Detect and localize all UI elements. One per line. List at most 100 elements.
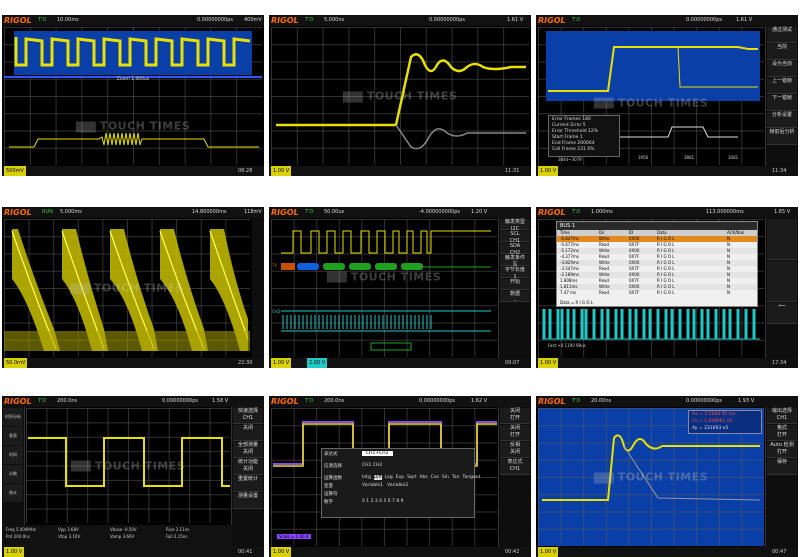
timebase[interactable]: 20.00ns	[591, 396, 611, 407]
menu-item-quick-select[interactable]: 快速选择 CH1	[233, 408, 263, 424]
horizontal-delay[interactable]: 113.000000ms	[706, 207, 744, 218]
menu-item-trigger-condition[interactable]: 触发条件写	[500, 255, 530, 268]
menu-item-format[interactable]: 格式 打开	[767, 425, 797, 441]
timebase[interactable]: 200.0ns	[57, 396, 77, 407]
ch1-scale[interactable]: 50.0mV	[4, 358, 28, 368]
horizontal-delay[interactable]: 0.00000000ps	[686, 15, 722, 26]
menu-item-trigger-type[interactable]: 触发类型 I2C	[500, 219, 530, 232]
menu-item-data[interactable]: 数据 -	[500, 291, 530, 304]
menu-item-next-error[interactable]: 下一错帧	[767, 95, 797, 111]
expression-field[interactable]: CH1+CH2	[362, 451, 393, 456]
menu-item-reset-stats[interactable]: 重置统计	[233, 476, 263, 492]
horizontal-delay[interactable]: 0.00000000ps	[429, 15, 465, 26]
menu-item-start[interactable]: 开始	[500, 279, 530, 290]
horizontal-delay[interactable]: 0.00000000ps	[197, 15, 233, 26]
ch1-scale[interactable]: 1.00 V	[538, 358, 559, 368]
table-row[interactable]: 7.47 ms Read 0X7F R I G O L N	[557, 290, 757, 296]
waveform-area[interactable]: TOUCH TIMES	[271, 27, 529, 165]
menu-item-off[interactable]: 关闭 打开	[500, 425, 530, 441]
ch1-scale[interactable]: 500mV	[4, 166, 26, 176]
timebase[interactable]: 5.000ms	[60, 207, 82, 218]
function-option[interactable]: Tan	[452, 475, 460, 480]
scope-panel-9[interactable]: RIGOL T'D 20.00ns 0.00000000ps 1.93 V Ax…	[536, 396, 798, 557]
trigger-level[interactable]: 1.61 V	[507, 15, 523, 26]
menu-item-off[interactable]: 关闭 打开	[500, 408, 530, 424]
trigger-level[interactable]: 118mV	[244, 207, 262, 218]
menu-item-expression[interactable]: 表达式 CH1	[500, 459, 530, 475]
horizontal-delay[interactable]: -4.000000000ps	[419, 207, 460, 218]
function-option[interactable]: Abs	[419, 475, 427, 480]
horizontal-delay[interactable]: 0.00000000ps	[686, 396, 722, 407]
ch2-scale[interactable]: 2.00 V	[307, 358, 328, 368]
ch1-scale[interactable]: 1.00 V	[271, 358, 292, 368]
scope-panel-4[interactable]: RIGOL RUN 5.000ms 14.800000ms 118mV TOUC…	[2, 207, 264, 368]
function-option[interactable]: Cos	[431, 475, 439, 480]
trigger-level[interactable]: 1.65 V	[774, 207, 790, 218]
trigger-level[interactable]: 1.61 V	[736, 15, 752, 26]
function-options[interactable]: Intg Diff Log Exp Sqrt Abs Cos Sin Tan Tangent	[362, 475, 483, 480]
decode-event-table[interactable]: BUS 1 Time Dir ID Data ACK/Nak -6.847ms W…	[556, 221, 758, 307]
menu-item-close[interactable]: 关闭	[233, 425, 263, 441]
horizontal-delay[interactable]: 14.800000ms	[192, 207, 227, 218]
ch1-scale[interactable]: 1.00 V	[538, 547, 559, 557]
trigger-level[interactable]: 400mV	[244, 15, 262, 26]
variable-option[interactable]: Variable1	[362, 483, 383, 488]
waveform-area[interactable]: TOUCH TIMES	[26, 408, 230, 523]
math-expression-dialog[interactable]: 表达式 CH1+CH2 信源选择 CH1 CH2 运算函数 Intg Diff Lo…	[321, 448, 480, 518]
timebase[interactable]: 10.00ms	[57, 15, 79, 26]
back-arrow-icon[interactable]: ⟸	[767, 303, 797, 324]
left-menu-time[interactable]: 时间	[3, 446, 23, 464]
left-menu-count[interactable]: 计数	[3, 465, 23, 483]
function-option[interactable]: Intg	[362, 475, 371, 480]
scope-panel-5[interactable]: RIGOL T'D 50.00us -4.000000000ps 1.20 V …	[269, 207, 531, 368]
source-options[interactable]: CH1 CH2	[362, 463, 382, 468]
waveform-area[interactable]: Zoom 1.000us TOUCH TIMES	[4, 27, 262, 165]
math-scale[interactable]: Scale = 1.00 V	[277, 534, 311, 539]
scope-panel-6[interactable]: RIGOL T'D 1.000ms 113.000000ms 1.65 V Fa…	[536, 207, 798, 368]
scope-panel-2[interactable]: RIGOL T'D 5.000ns 0.00000000ps 1.61 V TO…	[269, 15, 531, 176]
ch1-scale[interactable]: 1.00 V	[538, 166, 559, 176]
menu-item-byte-length[interactable]: 字节长度 1	[500, 267, 530, 280]
scope-panel-3[interactable]: RIGOL T'D 0.00000000ps 1.61 V Error Fram…	[536, 15, 798, 176]
menu-item-output-select[interactable]: 输出选择 CH1	[767, 408, 797, 424]
variable-options[interactable]: Variable1 Variable2	[362, 483, 412, 488]
trigger-level[interactable]: 1.58 V	[212, 396, 228, 407]
horizontal-delay[interactable]: 0.00000000ps	[162, 396, 198, 407]
function-option[interactable]: Diff	[373, 475, 382, 480]
left-menu-stats[interactable]: 统计	[3, 484, 23, 502]
left-menu-vertical[interactable]: 垂直	[3, 427, 23, 445]
waveform-area[interactable]: Ax = 5.1584 45 ms Fx = 1.438061 e5 Ay = …	[538, 408, 764, 546]
waveform-area[interactable]: Error Frames 180 Current Error 5 Error T…	[538, 27, 764, 165]
menu-item-prev-error[interactable]: 上一错帧	[767, 78, 797, 94]
menu-item-scl[interactable]: SCL CH1	[500, 231, 530, 244]
trigger-level[interactable]: 1.62 V	[471, 396, 487, 407]
function-option[interactable]: Log	[385, 475, 393, 480]
menu-item-save[interactable]: 保存	[767, 459, 797, 475]
ch1-scale[interactable]: 1.00 V	[4, 547, 25, 557]
menu-item-analysis-settings[interactable]: 分析设置	[767, 112, 797, 128]
function-option[interactable]: Sqrt	[407, 475, 416, 480]
menu-item-measure-settings[interactable]: 测量设置	[233, 493, 263, 509]
waveform-area[interactable]: TOUCH TIMES	[4, 219, 250, 357]
menu-item-current[interactable]: 当前	[767, 44, 797, 60]
menu-item-sda[interactable]: SDA CH2	[500, 243, 530, 256]
ch1-scale[interactable]: 1.00 V	[271, 547, 292, 557]
digit-keys[interactable]: 0 1 2 3 4 5 6 7 8 9	[362, 499, 404, 504]
timebase[interactable]: 50.00us	[324, 207, 344, 218]
function-option[interactable]: Exp	[396, 475, 404, 480]
waveform-area[interactable]: TX CH2 TOUCH TIMES	[271, 219, 497, 357]
menu-item-tab[interactable]	[767, 261, 797, 302]
scope-panel-1[interactable]: RIGOL T'D 10.00ms 0.00000000ps 400mV Zoo…	[2, 15, 264, 176]
timebase[interactable]: 5.000ns	[324, 15, 344, 26]
horizontal-delay[interactable]: 0.00000000ps	[419, 396, 455, 407]
menu-item-stats[interactable]: 统计功能 关闭	[233, 459, 263, 475]
ch1-scale[interactable]: 1.00 V	[271, 166, 292, 176]
function-option[interactable]: Sin	[442, 475, 449, 480]
timebase[interactable]: 1.000ms	[591, 207, 613, 218]
menu-item-auto-detect[interactable]: Auto 检测 打开	[767, 442, 797, 458]
menu-item-pass-test[interactable]: 通过测试	[767, 27, 797, 43]
trigger-level[interactable]: 1.93 V	[738, 396, 754, 407]
scope-panel-7[interactable]: RIGOL T'D 200.0ns 0.00000000ps 1.58 V 时序…	[2, 396, 264, 557]
timebase[interactable]: 200.0ns	[324, 396, 344, 407]
menu-item-frame-analysis[interactable]: 帧前后分析	[767, 129, 797, 145]
